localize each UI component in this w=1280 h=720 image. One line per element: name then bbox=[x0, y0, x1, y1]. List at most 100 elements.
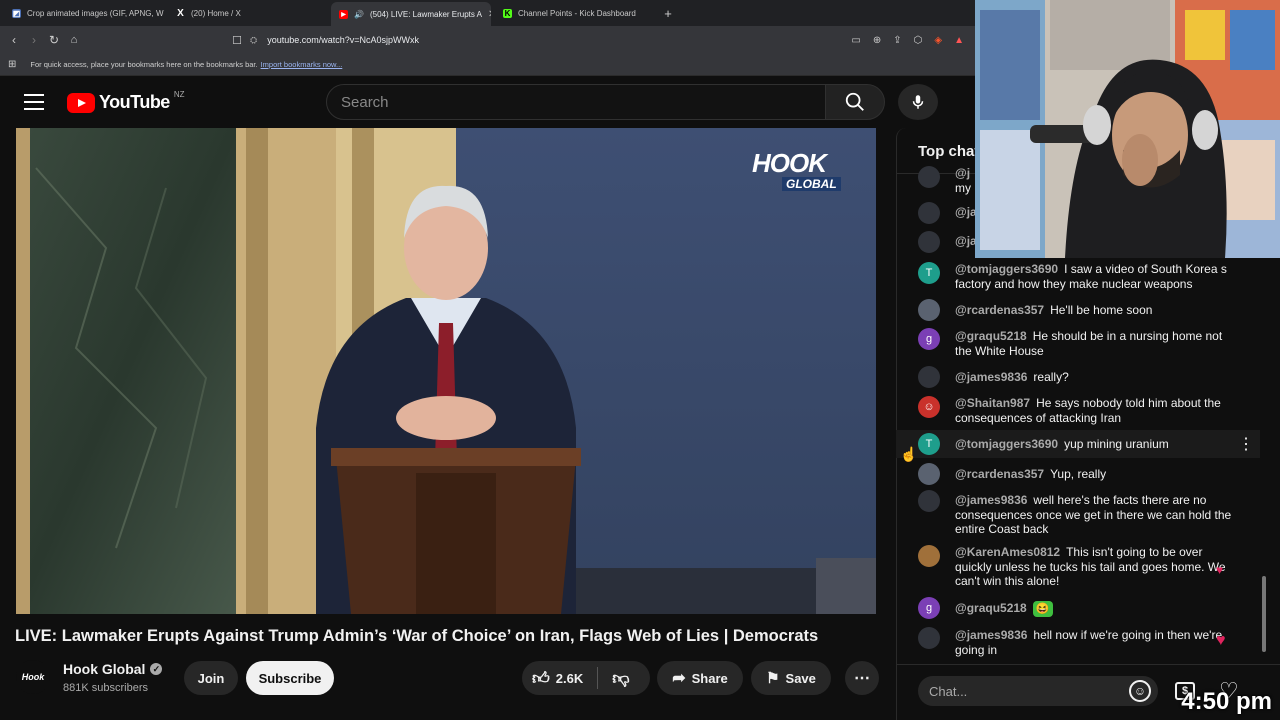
webcam-scene bbox=[975, 0, 1280, 258]
browser-tab-strip: ◩ Crop animated images (GIF, APNG, W X (… bbox=[0, 0, 975, 26]
subscribe-button[interactable]: Subscribe bbox=[246, 661, 334, 695]
cast-icon[interactable]: ▭ bbox=[851, 35, 860, 46]
chat-author[interactable]: @ja bbox=[955, 205, 977, 219]
site-info-icon[interactable]: ⛭ bbox=[250, 35, 257, 46]
search-icon bbox=[845, 92, 864, 111]
thumbs-down-icon[interactable]: 👎︎ bbox=[612, 668, 629, 689]
chat-avatar: T bbox=[918, 433, 940, 455]
microphone-icon bbox=[912, 95, 924, 109]
kick-favicon-icon: K bbox=[503, 8, 512, 18]
chat-author[interactable]: @james9836 bbox=[955, 370, 1027, 384]
chat-divider bbox=[896, 664, 1280, 665]
chat-text: He'll be home soon bbox=[1050, 303, 1153, 317]
chat-author[interactable]: @graqu5218 bbox=[955, 601, 1027, 615]
audio-icon: 🔊 bbox=[354, 9, 364, 19]
chat-author[interactable]: @KarenAmes0812 bbox=[955, 545, 1060, 559]
like-dislike-group: 👍︎ 2.6K 👎︎ bbox=[522, 661, 650, 695]
brave-shield-icon[interactable]: ◈ bbox=[934, 35, 942, 46]
channel-avatar[interactable]: Hook bbox=[16, 660, 50, 694]
youtube-wordmark: YouTube bbox=[99, 92, 170, 112]
chat-avatar bbox=[918, 299, 940, 321]
chat-avatar bbox=[918, 463, 940, 485]
bookmarks-message: For quick access, place your bookmarks h… bbox=[30, 60, 258, 69]
chat-input[interactable]: Chat... bbox=[918, 676, 1158, 706]
search-button[interactable] bbox=[825, 84, 885, 120]
browser-tab-crop-images[interactable]: ◩ Crop animated images (GIF, APNG, W bbox=[4, 3, 164, 23]
crop-favicon-icon: ◩ bbox=[12, 8, 21, 18]
bookmark-star-icon[interactable]: ☐ bbox=[229, 32, 245, 48]
mouse-cursor-icon: ☝ bbox=[900, 446, 918, 462]
browser-tab-youtube-active[interactable]: ▶ 🔊 (504) LIVE: Lawmaker Erupts A ✕ bbox=[331, 2, 491, 26]
video-player[interactable]: HOOK GLOBAL bbox=[16, 128, 876, 614]
import-bookmarks-link[interactable]: Import bookmarks now... bbox=[261, 60, 343, 69]
emoji-picker-icon[interactable]: ☺ bbox=[1129, 680, 1151, 702]
chat-author[interactable]: @graqu5218 bbox=[955, 329, 1027, 343]
chat-avatar bbox=[918, 627, 940, 649]
video-title: LIVE: Lawmaker Erupts Against Trump Admi… bbox=[15, 627, 819, 645]
chat-author[interactable]: @rcardenas357 bbox=[955, 303, 1044, 317]
country-code: NZ bbox=[173, 90, 185, 99]
subscriber-count: 881K subscribers bbox=[63, 682, 148, 694]
stream-clock: 4:50 pm bbox=[1181, 688, 1272, 715]
watermark-global: GLOBAL bbox=[782, 177, 841, 191]
tab-label: Crop animated images (GIF, APNG, W bbox=[27, 8, 164, 18]
chat-author[interactable]: @j bbox=[955, 166, 970, 180]
tab-close-icon[interactable]: ✕ bbox=[488, 9, 491, 20]
message-menu-icon[interactable]: ⋮ bbox=[1238, 434, 1254, 454]
verified-check-icon: ✓ bbox=[150, 663, 163, 675]
channel-watermark: HOOK GLOBAL bbox=[752, 150, 848, 192]
chat-avatar bbox=[918, 490, 940, 512]
chat-author[interactable]: @Shaitan987 bbox=[955, 396, 1030, 410]
save-button[interactable]: ⚑ Save bbox=[751, 661, 831, 695]
save-bookmark-icon: ⚑ bbox=[766, 670, 780, 687]
chat-scrollbar[interactable] bbox=[1262, 576, 1266, 652]
chat-author[interactable]: @james9836 bbox=[955, 493, 1027, 507]
rewards-icon[interactable]: ▲ bbox=[954, 35, 964, 46]
chat-author[interactable]: @tomjaggers3690 bbox=[955, 437, 1058, 451]
share-arrow-icon: ➦ bbox=[672, 670, 686, 687]
chat-input-placeholder: Chat... bbox=[929, 683, 968, 699]
home-icon[interactable]: ⌂ bbox=[66, 32, 82, 48]
apps-grid-icon[interactable]: ⊞ bbox=[8, 59, 16, 70]
new-tab-icon[interactable]: + bbox=[660, 5, 676, 21]
tab-label: Channel Points - Kick Dashboard bbox=[518, 8, 636, 18]
share-button[interactable]: ➦ Share bbox=[657, 661, 743, 695]
youtube-logo[interactable]: YouTube NZ bbox=[67, 90, 185, 113]
chat-text: yup mining uranium bbox=[1064, 437, 1169, 451]
like-count[interactable]: 2.6K bbox=[556, 671, 583, 686]
search-input[interactable]: Search bbox=[326, 84, 826, 120]
video-frame-scene bbox=[16, 128, 876, 614]
forward-icon[interactable]: › bbox=[26, 32, 42, 48]
streamer-webcam bbox=[975, 0, 1280, 258]
chat-message: @graqu5218 He should be in a nursing home… bbox=[955, 329, 1240, 358]
chat-avatar: g bbox=[918, 597, 940, 619]
chat-message: @KarenAmes0812 This isn't going to be ove… bbox=[955, 545, 1240, 589]
youtube-play-logo-icon bbox=[67, 92, 95, 113]
bookmarks-bar: ⊞ For quick access, place your bookmarks… bbox=[0, 54, 975, 76]
chat-avatar bbox=[918, 202, 940, 224]
chat-message: @graqu5218 😆 bbox=[955, 601, 1240, 617]
back-icon[interactable]: ‹ bbox=[6, 32, 22, 48]
join-button[interactable]: Join bbox=[184, 661, 238, 695]
zoom-icon[interactable]: ⊕ bbox=[873, 35, 881, 46]
chat-author[interactable]: @rcardenas357 bbox=[955, 467, 1044, 481]
channel-name[interactable]: Hook Global ✓ bbox=[63, 661, 163, 677]
browser-tab-x-home[interactable]: X (20) Home / X bbox=[168, 3, 328, 23]
share-page-icon[interactable]: ⇪ bbox=[893, 35, 901, 46]
chat-avatar bbox=[918, 231, 940, 253]
more-actions-icon[interactable]: ⋯ bbox=[845, 661, 879, 695]
chat-message: @james9836 hell now if we're going in the… bbox=[955, 628, 1240, 657]
chat-author[interactable]: @james9836 bbox=[955, 628, 1027, 642]
browser-tab-kick[interactable]: K Channel Points - Kick Dashboard bbox=[495, 3, 655, 23]
voice-search-button[interactable] bbox=[898, 84, 938, 120]
x-favicon-icon: X bbox=[177, 7, 184, 19]
thumbs-up-icon[interactable]: 👍︎ bbox=[532, 668, 550, 689]
extension-icon[interactable]: ⬡ bbox=[914, 35, 923, 46]
chat-author[interactable]: @tomjaggers3690 bbox=[955, 262, 1058, 276]
chat-text: really? bbox=[1033, 370, 1069, 384]
address-bar[interactable]: ⛭ youtube.com/watch?v=NcA0sjpWWxk ▭ ⊕ ⇪ … bbox=[250, 30, 970, 50]
emoji-icon: 😆 bbox=[1032, 601, 1053, 617]
chat-author[interactable]: @ja bbox=[955, 234, 977, 248]
menu-hamburger-icon[interactable] bbox=[24, 94, 44, 110]
reload-icon[interactable]: ↻ bbox=[46, 32, 62, 48]
